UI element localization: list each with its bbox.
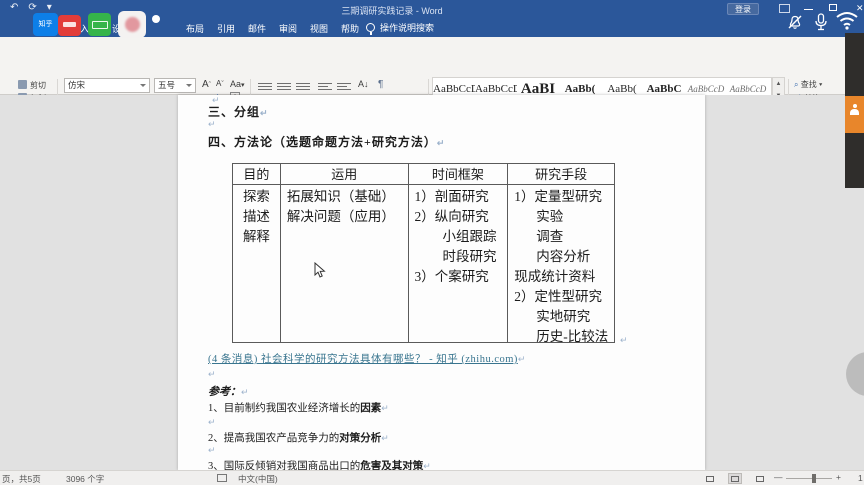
zoom-slider[interactable]: [786, 478, 832, 479]
document-title: 三期调研实践记录 - Word: [341, 4, 442, 17]
font-name-combo[interactable]: 仿宋: [64, 78, 150, 93]
zoom-slider-thumb[interactable]: [812, 474, 816, 483]
microphone-icon[interactable]: [812, 12, 830, 32]
zhihu-hyperlink[interactable]: (4 条消息) 社会科学的研究方法具体有哪些？ - 知乎 (zhihu.com): [208, 354, 518, 365]
lightbulb-icon: [366, 23, 375, 32]
table-cell-methods: 1）定量型研究 实验 调查 内容分析 现成统计资料 2）定性型研究 实地研究 历…: [508, 185, 614, 342]
proofing-status-icon[interactable]: [217, 474, 227, 482]
tab-review[interactable]: 审阅: [279, 22, 297, 35]
qat-more-icon[interactable]: ▾: [47, 2, 52, 13]
tab-help[interactable]: 帮助: [341, 22, 359, 35]
paragraph-mark: ↵: [208, 417, 216, 428]
find-button[interactable]: ⌕ 查找 ▾: [794, 79, 822, 90]
reference-item-1: 1、目前制约我国农业经济增长的因素↵: [208, 400, 389, 415]
zoom-percent-partial: 1: [858, 473, 863, 483]
cut-icon: [18, 80, 27, 89]
bell-muted-icon[interactable]: [786, 13, 804, 31]
document-area[interactable]: ↵ 三、分组↵ ↵ 四、方法论（选题命题方法+研究方法）↵ 目的 运用 时间框架…: [0, 95, 864, 470]
reference-heading: 参考：↵: [208, 383, 249, 399]
table-header-purpose: 目的: [233, 164, 281, 185]
sign-in-button[interactable]: 登录: [727, 3, 759, 15]
red-app-icon[interactable]: [58, 15, 81, 36]
tab-view[interactable]: 视图: [310, 22, 328, 35]
bullets-button[interactable]: [258, 81, 272, 92]
table-cell-application: 拓展知识（基础） 解决问题（应用）: [281, 185, 409, 342]
table-body-row: 探索 描述 解释 拓展知识（基础） 解决问题（应用） 1）剖面研究 2）纵向研究…: [233, 185, 614, 342]
word-window: ↶ ⟳ ▾ 三期调研实践记录 - Word 登录 ✕ 入 设计 布局 引用 邮件…: [0, 0, 864, 485]
table-header-application: 运用: [281, 164, 409, 185]
styles-scroll-up-icon[interactable]: ▲: [773, 78, 784, 90]
green-app-icon[interactable]: [88, 13, 111, 36]
tell-me-label: 操作说明搜索: [380, 21, 434, 34]
print-layout-icon[interactable]: [728, 473, 742, 484]
status-bar: 页，共5页 3096 个字 中文(中国) — + 1: [0, 470, 864, 485]
tab-mailings[interactable]: 邮件: [248, 22, 266, 35]
wifi-icon[interactable]: [834, 8, 860, 32]
read-mode-icon[interactable]: [703, 473, 717, 484]
reference-item-2: 2、提高我国农产品竞争力的对策分析↵: [208, 430, 389, 445]
document-page[interactable]: ↵ 三、分组↵ ↵ 四、方法论（选题命题方法+研究方法）↵ 目的 运用 时间框架…: [178, 95, 705, 470]
page-indicator[interactable]: 页，共5页: [2, 473, 41, 485]
person-icon: [850, 104, 859, 113]
table-header-methods: 研究手段: [508, 164, 614, 185]
white-app-icon[interactable]: [118, 11, 146, 38]
doc-heading-4: 四、方法论（选题命题方法+研究方法）↵: [208, 133, 445, 150]
language-indicator[interactable]: 中文(中国): [238, 473, 278, 485]
font-size-combo[interactable]: 五号: [154, 78, 196, 93]
ribbon: 剪切 复制 格式刷 剪贴板 仿宋 五号 Aˆ Aˇ Aa▾ 变 A B I U …: [0, 37, 864, 95]
zoom-out-button[interactable]: —: [774, 472, 783, 482]
table-cell-timeframe: 1）剖面研究 2）纵向研究 小组跟踪 时段研究 3）个案研究: [409, 185, 509, 342]
tab-references[interactable]: 引用: [217, 22, 235, 35]
paragraph-mark: ↵: [208, 119, 216, 130]
title-bar: ↶ ⟳ ▾ 三期调研实践记录 - Word 登录 ✕ 入 设计 布局 引用 邮件…: [0, 0, 864, 37]
table-cell-purpose: 探索 描述 解释: [233, 185, 281, 342]
multilevel-list-button[interactable]: [296, 81, 310, 92]
mouse-cursor-icon: [314, 262, 326, 278]
decrease-indent-button[interactable]: [318, 81, 332, 92]
tab-layout[interactable]: 布局: [186, 22, 204, 35]
change-case-button[interactable]: Aa▾: [230, 79, 245, 89]
white-dot-icon: [152, 15, 160, 23]
paragraph-mark: ↵: [208, 445, 216, 456]
zhihu-link-line: (4 条消息) 社会科学的研究方法具体有哪些？ - 知乎 (zhihu.com)…: [208, 351, 525, 366]
undo-icon[interactable]: ↶: [10, 2, 18, 13]
table-header-timeframe: 时间框架: [409, 164, 509, 185]
quick-access-toolbar: ↶ ⟳ ▾: [10, 2, 52, 13]
shrink-font-button[interactable]: Aˇ: [216, 79, 224, 88]
zoom-in-button[interactable]: +: [836, 472, 841, 482]
numbering-button[interactable]: [277, 81, 291, 92]
word-count[interactable]: 3096 个字: [66, 473, 104, 485]
ribbon-display-options-icon[interactable]: [779, 4, 790, 13]
paragraph-mark: ↵: [620, 335, 628, 346]
minimize-icon[interactable]: [804, 9, 813, 10]
methodology-table[interactable]: 目的 运用 时间框架 研究手段 探索 描述 解释 拓展知识（基础） 解决问题（应…: [232, 163, 615, 343]
zhihu-app-icon[interactable]: 知乎: [33, 13, 58, 36]
sort-button[interactable]: A↓: [358, 79, 369, 89]
doc-heading-3: 三、分组↵: [208, 103, 269, 120]
table-header-row: 目的 运用 时间框架 研究手段: [233, 164, 614, 185]
grow-font-button[interactable]: Aˆ: [202, 79, 211, 90]
show-marks-button[interactable]: ¶: [378, 79, 383, 90]
paragraph-mark: ↵: [208, 369, 216, 380]
cut-button[interactable]: 剪切: [18, 80, 46, 91]
recorder-user-button[interactable]: [845, 96, 864, 133]
increase-indent-button[interactable]: [337, 81, 351, 92]
tell-me-search[interactable]: 操作说明搜索: [366, 21, 434, 34]
web-layout-icon[interactable]: [753, 473, 767, 484]
redo-icon[interactable]: ⟳: [28, 2, 36, 13]
